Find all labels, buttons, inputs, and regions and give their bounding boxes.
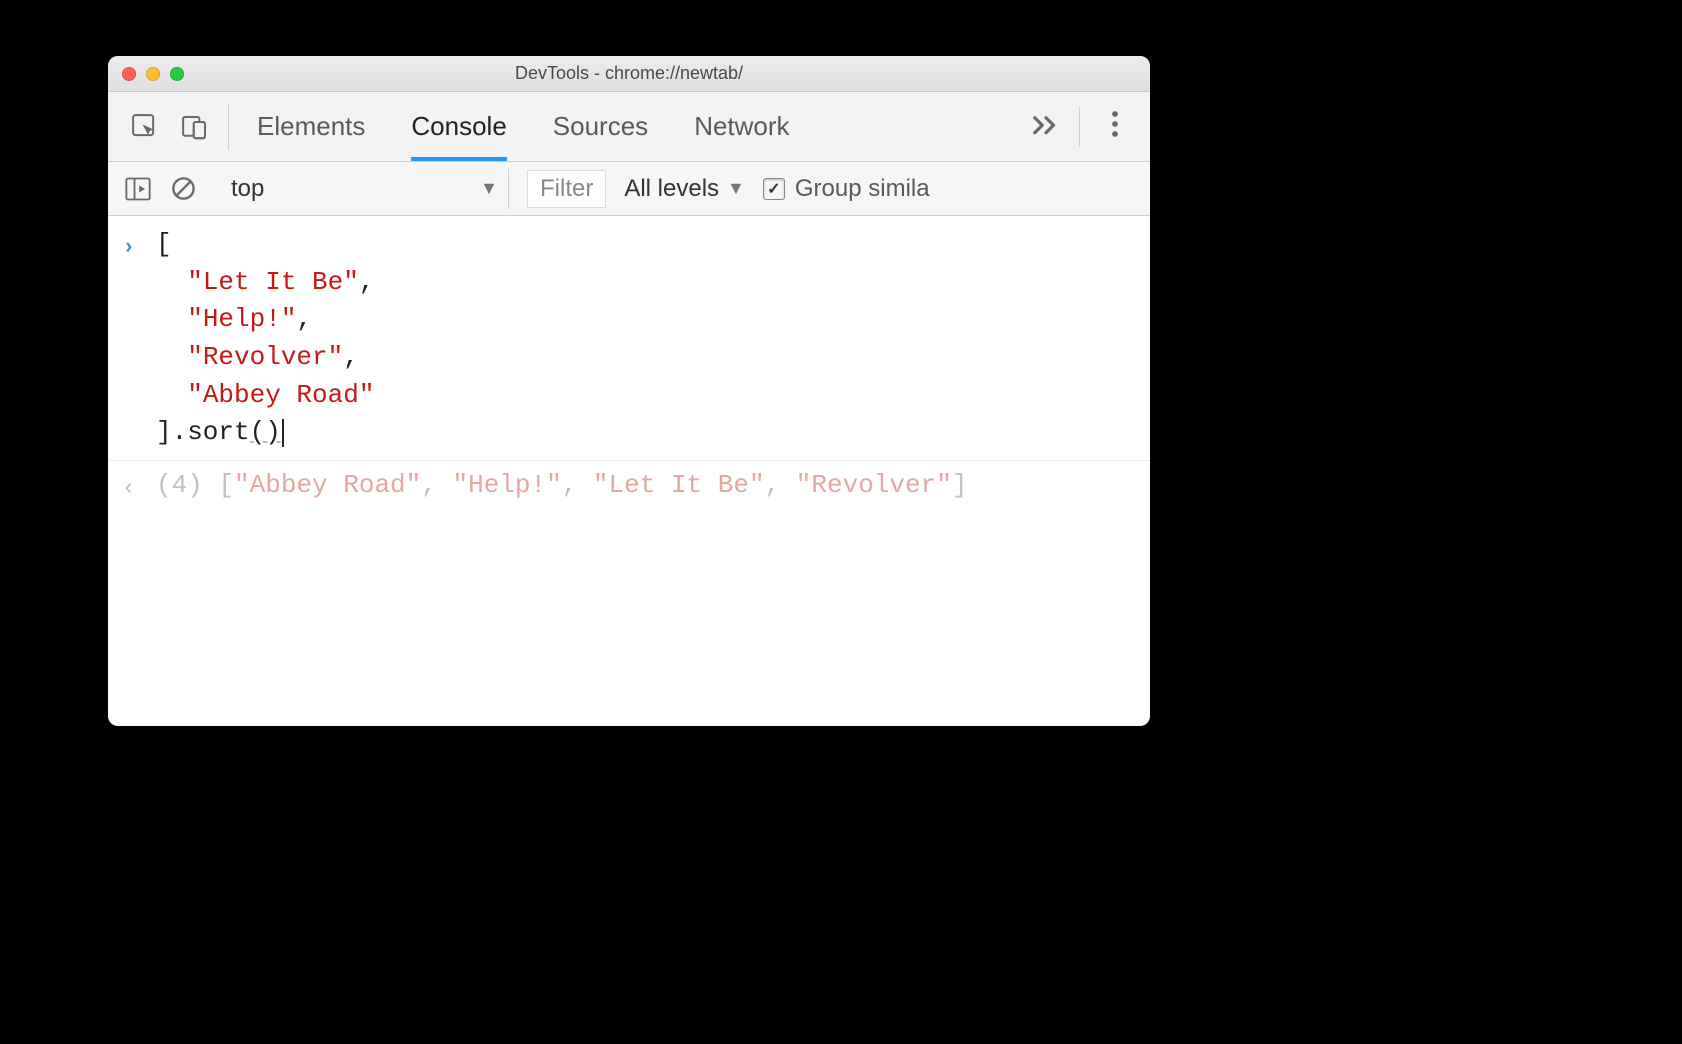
tab-elements[interactable]: Elements <box>257 92 365 161</box>
output-prompt-icon: ‹ <box>122 467 156 507</box>
tabbar-left-tools <box>108 104 229 150</box>
devtools-window: DevTools - chrome://newtab/ Elements Con… <box>108 56 1150 726</box>
window-title: DevTools - chrome://newtab/ <box>108 63 1150 84</box>
divider <box>1079 107 1080 147</box>
more-options-icon[interactable] <box>1098 109 1132 144</box>
tab-label: Network <box>694 111 789 142</box>
close-window-button[interactable] <box>122 67 136 81</box>
minimize-window-button[interactable] <box>146 67 160 81</box>
group-similar-label: Group simila <box>795 175 930 203</box>
overflow-tabs-icon[interactable] <box>1031 111 1061 142</box>
titlebar[interactable]: DevTools - chrome://newtab/ <box>108 56 1150 92</box>
input-prompt-icon: › <box>122 226 156 266</box>
window-controls <box>108 67 184 81</box>
tab-label: Console <box>411 111 506 142</box>
tabbar-right-tools <box>1031 107 1140 147</box>
group-similar-toggle[interactable]: ✓ Group simila <box>763 175 930 203</box>
row-separator <box>108 460 1150 461</box>
console-input-row[interactable]: › [ "Let It Be", "Help!", "Revolver", "A… <box>108 226 1150 452</box>
tab-label: Elements <box>257 111 365 142</box>
panel-tabs: Elements Console Sources Network <box>229 92 790 161</box>
tab-network[interactable]: Network <box>694 92 789 161</box>
zoom-window-button[interactable] <box>170 67 184 81</box>
checkbox-checked-icon: ✓ <box>763 178 785 200</box>
inspect-element-icon[interactable] <box>130 112 160 142</box>
console-body[interactable]: › [ "Let It Be", "Help!", "Revolver", "A… <box>108 216 1150 726</box>
console-filterbar: top ▼ Filter All levels ▼ ✓ Group simila <box>108 162 1150 216</box>
log-levels-select[interactable]: All levels ▼ <box>624 175 745 203</box>
eager-eval-value: (4) ["Abbey Road", "Help!", "Let It Be",… <box>156 467 967 505</box>
console-sidebar-toggle-icon[interactable] <box>124 176 152 202</box>
tab-label: Sources <box>553 111 648 142</box>
console-input[interactable]: [ "Let It Be", "Help!", "Revolver", "Abb… <box>156 226 374 452</box>
tab-console[interactable]: Console <box>411 92 506 161</box>
device-toolbar-icon[interactable] <box>180 112 210 142</box>
execution-context-select[interactable]: top ▼ <box>215 169 509 209</box>
clear-console-icon[interactable] <box>170 175 197 202</box>
levels-label: All levels <box>624 175 719 203</box>
context-label: top <box>231 175 264 203</box>
devtools-tabbar: Elements Console Sources Network <box>108 92 1150 162</box>
dropdown-icon: ▼ <box>480 178 498 199</box>
tab-sources[interactable]: Sources <box>553 92 648 161</box>
dropdown-icon: ▼ <box>727 178 745 199</box>
filter-input[interactable]: Filter <box>527 170 606 208</box>
console-eager-eval-row: ‹ (4) ["Abbey Road", "Help!", "Let It Be… <box>108 467 1150 507</box>
